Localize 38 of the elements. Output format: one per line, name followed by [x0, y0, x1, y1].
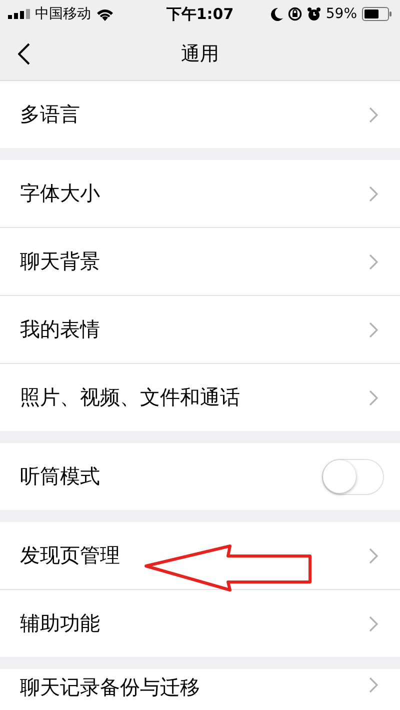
settings-row[interactable]: 辅助功能	[0, 589, 400, 657]
settings-row[interactable]: 听筒模式	[0, 443, 400, 510]
settings-row[interactable]: 聊天记录备份与迁移	[0, 669, 400, 710]
chevron-icon	[369, 616, 378, 632]
moon-icon	[270, 8, 283, 20]
settings-row[interactable]: 多语言	[0, 81, 400, 148]
signal-icon	[8, 9, 30, 19]
row-label: 照片、视频、文件和通话	[20, 384, 240, 411]
settings-row[interactable]: 我的表情	[0, 295, 400, 363]
battery-icon	[362, 7, 392, 21]
page-title: 通用	[181, 42, 219, 67]
chevron-icon	[369, 548, 378, 564]
battery-percent: 59%	[326, 6, 357, 22]
settings-row[interactable]: 字体大小	[0, 160, 400, 227]
row-label: 字体大小	[20, 180, 100, 207]
alarm-icon	[306, 7, 321, 21]
settings-row[interactable]: 发现页管理	[0, 522, 400, 589]
settings-row[interactable]: 照片、视频、文件和通话	[0, 363, 400, 431]
row-label: 辅助功能	[20, 610, 100, 637]
chevron-icon	[369, 106, 378, 122]
chevron-icon	[369, 677, 378, 693]
toggle-switch[interactable]	[322, 458, 384, 494]
row-label: 多语言	[20, 101, 80, 128]
chevron-icon	[369, 390, 378, 406]
status-time: 下午1:07	[166, 4, 234, 24]
wifi-icon	[96, 8, 114, 20]
chevron-icon	[369, 186, 378, 202]
row-label: 发现页管理	[20, 542, 120, 569]
chevron-icon	[369, 322, 378, 338]
carrier-name: 中国移动	[35, 5, 91, 23]
chevron-icon	[369, 254, 378, 270]
settings-row[interactable]: 聊天背景	[0, 227, 400, 295]
rotation-lock-icon	[288, 7, 302, 21]
row-label: 聊天背景	[20, 248, 100, 275]
row-label: 听筒模式	[20, 463, 100, 490]
row-label: 我的表情	[20, 316, 100, 343]
row-label: 聊天记录备份与迁移	[20, 677, 200, 697]
back-icon	[18, 43, 30, 65]
